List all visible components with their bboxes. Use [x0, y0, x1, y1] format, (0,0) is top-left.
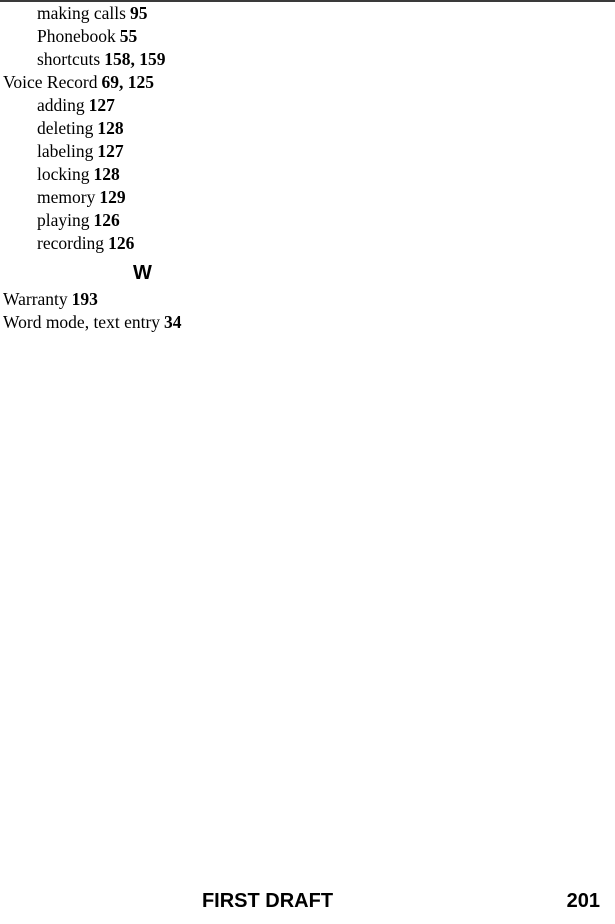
- index-entry-pages: 126: [93, 210, 120, 230]
- index-entry: making calls 95: [0, 2, 290, 25]
- index-entry: adding 127: [0, 94, 290, 117]
- index-entry: Phonebook 55: [0, 25, 290, 48]
- index-entry-pages: 127: [97, 141, 124, 161]
- index-entry-pages: 69, 125: [101, 72, 154, 92]
- index-entry-pages: 128: [97, 118, 124, 138]
- index-entry-term: Voice Record: [3, 72, 98, 92]
- index-entry-list-bottom: Warranty 193 Word mode, text entry 34: [0, 288, 290, 334]
- index-entry: recording 126: [0, 232, 290, 255]
- index-column: making calls 95 Phonebook 55 shortcuts 158, 1…: [0, 2, 290, 334]
- index-entry: Word mode, text entry 34: [0, 311, 290, 334]
- index-entry: Warranty 193: [0, 288, 290, 311]
- index-entry-pages: 95: [129, 3, 148, 23]
- index-entry-term: making calls: [37, 3, 126, 23]
- index-entry-term: shortcuts: [37, 49, 101, 69]
- index-entry: labeling 127: [0, 140, 290, 163]
- page-footer: FIRST DRAFT 201: [0, 878, 615, 924]
- index-entry: shortcuts 158, 159: [0, 48, 290, 71]
- index-entry-term: recording: [37, 233, 105, 253]
- index-entry-pages: 128: [93, 164, 120, 184]
- index-entry-pages: 126: [108, 233, 135, 253]
- index-entry-term: deleting: [37, 118, 94, 138]
- index-entry-pages: 34: [164, 312, 182, 332]
- index-entry-term: memory: [37, 187, 96, 207]
- footer-draft-label: FIRST DRAFT: [201, 890, 334, 912]
- index-entry: playing 126: [0, 209, 290, 232]
- index-page: making calls 95 Phonebook 55 shortcuts 158, 1…: [0, 0, 615, 924]
- index-entry-list-top: making calls 95 Phonebook 55 shortcuts 158, 1…: [0, 2, 290, 255]
- index-entry: memory 129: [0, 186, 290, 209]
- index-entry-pages: 127: [88, 95, 115, 115]
- footer-page-number: 201: [566, 890, 600, 912]
- index-entry: Voice Record 69, 125: [0, 71, 290, 94]
- index-entry-term: Word mode, text entry: [3, 312, 161, 332]
- index-entry: deleting 128: [0, 117, 290, 140]
- index-entry-pages: 55: [119, 26, 138, 46]
- index-entry-term: Phonebook: [37, 26, 116, 46]
- index-entry-pages: 158, 159: [104, 49, 166, 69]
- index-entry-pages: 193: [71, 289, 98, 309]
- index-entry-term: Warranty: [3, 289, 68, 309]
- index-entry: locking 128: [0, 163, 290, 186]
- index-entry-pages: 129: [99, 187, 126, 207]
- index-entry-term: playing: [37, 210, 90, 230]
- letter-heading-w: W: [133, 262, 152, 284]
- index-entry-term: locking: [37, 164, 90, 184]
- index-entry-term: labeling: [37, 141, 94, 161]
- index-entry-term: adding: [37, 95, 85, 115]
